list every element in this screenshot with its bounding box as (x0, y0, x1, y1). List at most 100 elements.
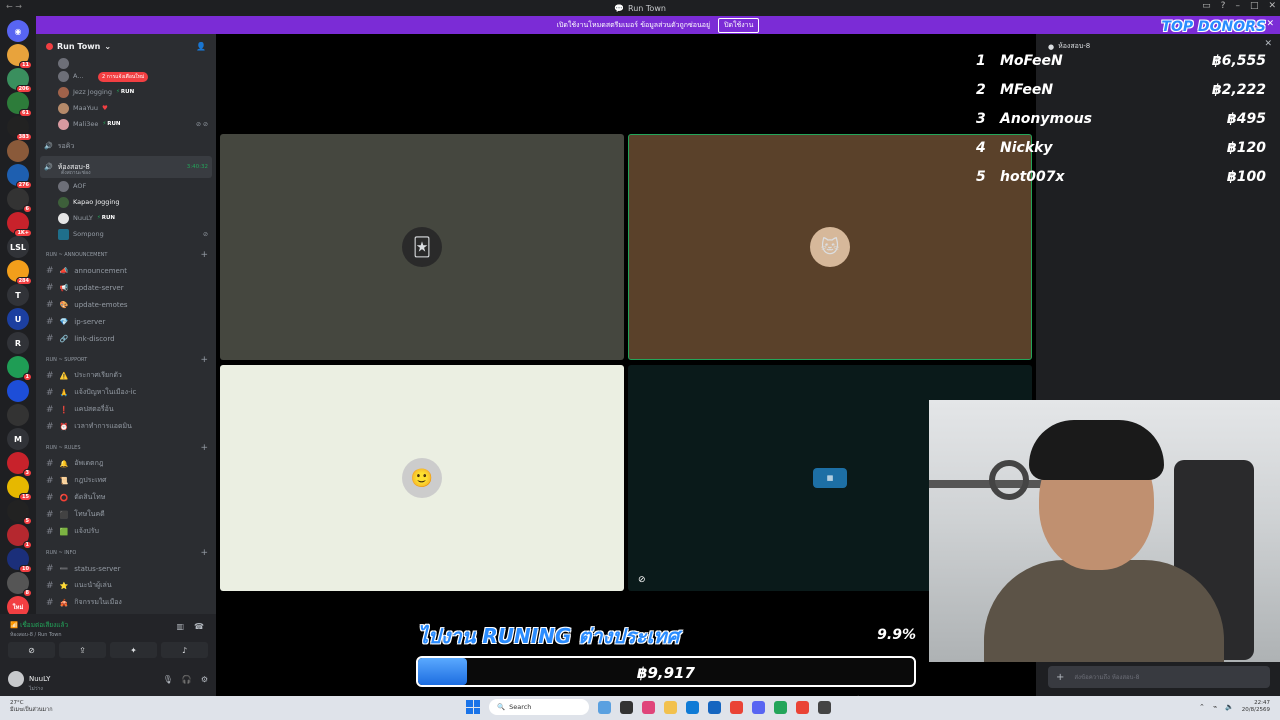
text-channel[interactable]: # 💎 ip-server (36, 313, 216, 330)
task-view-icon[interactable] (620, 700, 633, 714)
text-channel[interactable]: # 🔗 link-discord (36, 330, 216, 347)
add-channel-icon[interactable]: + (200, 443, 208, 453)
weather-widget[interactable]: 27°C มีเมฆเป็นส่วนมาก (10, 700, 53, 714)
help-icon[interactable]: ? (1221, 1, 1226, 11)
participant-tile[interactable]: 🙂 (220, 365, 624, 591)
server-icon[interactable]: 276 (7, 164, 32, 189)
volume-icon[interactable]: 🔈 (1225, 703, 1234, 711)
voice-user[interactable]: NuuLY RUN (36, 210, 216, 226)
channel-category[interactable]: RUN ~ SUPPORT + (36, 353, 216, 367)
text-channel[interactable]: # 🙏 แจ้งปัญหาในเมือง-ic (36, 384, 216, 401)
add-member-icon[interactable]: 👤 (196, 42, 206, 51)
new-notification-badge[interactable]: 2 การแจ้งเตือนใหม่ (98, 72, 149, 82)
server-icon[interactable]: LSL (7, 236, 29, 258)
server-icon[interactable]: 383 (7, 116, 32, 141)
obs-icon[interactable] (818, 700, 831, 714)
server-icon[interactable]: 10 (7, 548, 32, 573)
taskbar-search[interactable]: 🔍 Search (489, 699, 589, 715)
voice-user[interactable]: A... 2 การแจ้งเตือนใหม่ (36, 68, 216, 84)
participant-tile[interactable]: 🃏 (220, 134, 624, 360)
voice-channel-active[interactable]: 🔊 ห้องสอบ-8 ตั้งสถานะช่อง 3:40:32 (40, 156, 212, 178)
text-channel[interactable]: # 🔔 อัพเดตกฎ (36, 455, 216, 472)
taskbar-app-icon[interactable] (598, 700, 611, 714)
add-channel-icon[interactable]: + (200, 250, 208, 260)
maximize-button[interactable]: □ (1250, 1, 1259, 11)
attach-icon[interactable]: + (1056, 672, 1064, 683)
discord-icon[interactable] (752, 700, 765, 714)
voice-user[interactable]: Sompong ⊘ (36, 226, 216, 242)
chat-input[interactable]: + ส่งข้อความถึง ห้องสอบ-8 (1048, 666, 1270, 688)
voice-user[interactable]: Mali3eeRUN ⊘ ⊘ (36, 116, 216, 132)
server-icon[interactable]: M (7, 428, 29, 450)
server-icon[interactable] (7, 380, 29, 402)
voice-user[interactable]: AOF (36, 178, 216, 194)
text-channel[interactable]: # ⏰ เวลาทำการแอดมิน (36, 418, 216, 435)
text-channel[interactable]: # ⚠️ ประกาศเรียกตัว (36, 367, 216, 384)
avatar[interactable] (8, 671, 24, 687)
headphones-icon[interactable]: 🎧 (182, 675, 192, 684)
voice-channel[interactable]: 🔊 รอคิว (36, 138, 216, 154)
server-icon[interactable]: R (7, 332, 29, 354)
text-channel[interactable]: # 📣 announcement (36, 262, 216, 279)
minimize-button[interactable]: – (1235, 1, 1240, 11)
add-channel-icon[interactable]: + (200, 548, 208, 558)
chrome-icon[interactable] (730, 700, 743, 714)
back-forward-icon[interactable]: ← → (6, 2, 22, 11)
text-channel[interactable]: # 📢 update-server (36, 279, 216, 296)
voice-user[interactable]: Jezz JoggingRUN (36, 84, 216, 100)
server-icon[interactable]: 6 (7, 188, 32, 213)
server-icon[interactable]: 1 (7, 356, 32, 381)
chrome-icon[interactable] (796, 700, 809, 714)
taskbar-app-icon[interactable] (642, 700, 655, 714)
noise-suppression-icon[interactable]: ▥ (176, 622, 184, 631)
taskbar-app-icon[interactable] (708, 700, 721, 714)
camera-button[interactable]: ⊘ (8, 642, 55, 658)
settings-gear-icon[interactable]: ⚙ (201, 675, 208, 684)
soundboard-button[interactable]: ♪ (161, 642, 208, 658)
server-icon[interactable]: 61 (7, 92, 32, 117)
text-channel[interactable]: # ⭐ แนะนำผู้เล่น (36, 577, 216, 594)
edge-icon[interactable] (686, 700, 699, 714)
text-channel[interactable]: # ⬛ โทษในคดี (36, 506, 216, 523)
screen-share-button[interactable]: ⇪ (59, 642, 106, 658)
text-channel[interactable]: # ➖ status-server (36, 560, 216, 577)
channel-category[interactable]: RUN ~ INFO + (36, 546, 216, 560)
text-channel[interactable]: # 🟩 แจ้งปรับ (36, 523, 216, 540)
guild-header[interactable]: Run Town ⌄ 👤 (36, 34, 216, 58)
text-channel[interactable]: # ❗ แคปสตอรี่อ้น (36, 401, 216, 418)
disable-streamer-button[interactable]: ปิดใช้งาน (718, 17, 760, 33)
text-channel[interactable]: # 🎪 กิจกรรมในเมือง (36, 594, 216, 611)
home-icon[interactable]: ◉ (7, 20, 29, 42)
activities-button[interactable]: ✦ (110, 642, 157, 658)
server-icon[interactable]: 15 (7, 476, 32, 501)
server-icon[interactable] (7, 140, 29, 162)
network-icon[interactable]: ⌁ (1213, 703, 1217, 711)
clock[interactable]: 22:47 20/8/2569 (1242, 700, 1270, 714)
text-channel[interactable]: # ⭕ ตัดสินโทษ (36, 489, 216, 506)
server-icon[interactable]: 3 (7, 452, 32, 477)
text-channel[interactable]: # 📜 กฎประเทศ (36, 472, 216, 489)
inbox-icon[interactable]: ▭ (1202, 1, 1211, 11)
add-channel-icon[interactable]: + (200, 355, 208, 365)
server-icon[interactable]: U (7, 308, 29, 330)
server-icon[interactable]: 206 (7, 68, 32, 93)
tray-chevron-icon[interactable]: ⌃ (1199, 703, 1205, 711)
file-explorer-icon[interactable] (664, 700, 677, 714)
channel-category[interactable]: RUN ~ ANNOUNCEMENT + (36, 248, 216, 262)
start-button[interactable] (466, 700, 480, 714)
close-button[interactable]: ✕ (1268, 1, 1276, 11)
channel-category[interactable]: RUN ~ RULES + (36, 441, 216, 455)
voice-user[interactable]: Kapao Jogging (36, 194, 216, 210)
taskbar-app-icon[interactable] (774, 700, 787, 714)
server-icon[interactable]: 1K+ (7, 212, 32, 237)
voice-user[interactable]: MaaYuu ♥ (36, 100, 216, 116)
server-icon[interactable] (7, 404, 29, 426)
server-icon[interactable]: 5 (7, 500, 32, 525)
server-icon[interactable]: 284 (7, 260, 32, 285)
server-icon[interactable]: T (7, 284, 29, 306)
microphone-icon[interactable]: 🎙 (163, 675, 173, 684)
server-icon[interactable]: 8 (7, 572, 32, 597)
voice-user[interactable] (36, 57, 216, 69)
server-icon[interactable]: 11 (7, 44, 32, 69)
disconnect-icon[interactable]: ☎ (194, 622, 204, 631)
